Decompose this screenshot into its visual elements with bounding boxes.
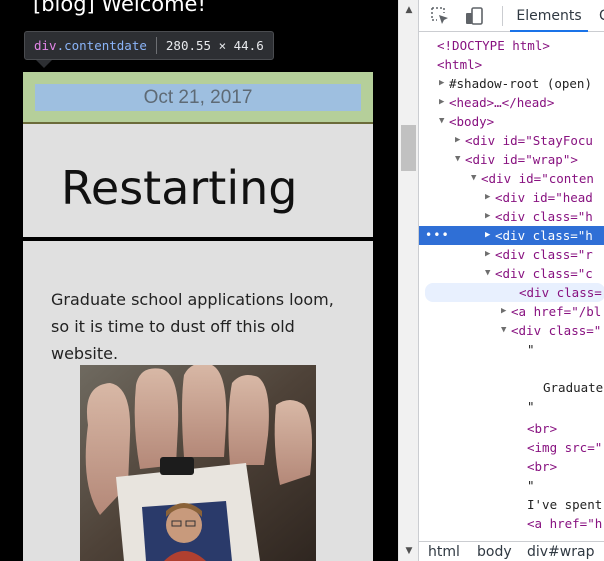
tooltip-class: .contentdate [56, 38, 147, 53]
dom-text-node[interactable]: Graduate [419, 378, 604, 397]
dom-text-node[interactable]: I've spent [419, 495, 604, 514]
dom-text-node[interactable]: " [419, 340, 604, 359]
expand-triangle-icon[interactable]: ▶ [455, 131, 465, 150]
tooltip-separator [155, 37, 157, 54]
dom-node[interactable]: <img src=" [419, 438, 604, 457]
expand-triangle-icon[interactable]: ▶ [501, 302, 511, 321]
breadcrumb-body[interactable]: body [477, 542, 512, 561]
contentdate-highlight: Oct 21, 2017 [23, 72, 373, 124]
toolbar-divider [502, 6, 503, 26]
collapse-triangle-icon[interactable]: ▼ [485, 264, 495, 283]
dom-text-node[interactable]: " [419, 397, 604, 416]
post-body: Graduate school applications loom, so it… [51, 286, 351, 367]
expand-triangle-icon[interactable]: ▶ [485, 245, 495, 264]
collapse-triangle-icon[interactable]: ▼ [471, 169, 481, 188]
dom-node[interactable]: ▶ #shadow-root (open) [419, 74, 604, 93]
dom-node[interactable]: ▶ <div class="r [419, 245, 604, 264]
dom-node-selected[interactable]: ••• ▶ <div class="h [419, 226, 604, 245]
post-photo [80, 365, 316, 561]
scroll-up-arrow-icon[interactable]: ▲ [399, 0, 419, 20]
dom-node[interactable]: ▼ <body> [419, 112, 604, 131]
post-body-line: Graduate school applications loom, [51, 290, 334, 309]
scroll-down-arrow-icon[interactable]: ▼ [399, 541, 419, 561]
devtools-toolbar: Elements C [419, 0, 604, 32]
expand-triangle-icon[interactable]: ▶ [439, 74, 449, 93]
expand-triangle-icon[interactable]: ▶ [485, 188, 495, 207]
breadcrumb-div-wrap[interactable]: div#wrap [527, 542, 594, 561]
post-body-line: so it is time to dust off this old [51, 317, 295, 336]
device-toolbar-icon[interactable] [463, 5, 485, 27]
page-viewport: [blog] Welcome! Oct 21, 2017 Restarting … [0, 0, 398, 561]
page-scrollbar[interactable]: ▲ ▼ [398, 0, 418, 561]
dom-node[interactable]: <!DOCTYPE html> [419, 36, 604, 55]
more-options-icon[interactable]: ••• [425, 226, 450, 245]
post-title-area: Restarting [23, 126, 373, 241]
dom-node[interactable]: ▼ <div class=" [419, 321, 604, 340]
dom-node[interactable]: ▼ <div id="conten [419, 169, 604, 188]
dom-node[interactable]: <br> [419, 457, 604, 476]
id-badge-photo-image [80, 365, 316, 561]
collapse-triangle-icon[interactable]: ▼ [439, 112, 449, 131]
tooltip-size: 280.55 × 44.6 [165, 38, 264, 53]
dom-node[interactable]: <html> [419, 55, 604, 74]
dom-node[interactable]: <br> [419, 419, 604, 438]
tab-console[interactable]: C [599, 0, 604, 32]
expand-triangle-icon[interactable]: ▶ [485, 207, 495, 226]
dom-node[interactable]: ▼ <div id="wrap"> [419, 150, 604, 169]
tooltip-tag: div [34, 38, 57, 53]
breadcrumb-html[interactable]: html [428, 542, 460, 561]
post-body-line: website. [51, 344, 119, 363]
tooltip-arrow [36, 60, 52, 68]
scrollbar-thumb[interactable] [401, 125, 416, 171]
devtools-panel: Elements C <!DOCTYPE html> <html> ▶#shad… [418, 0, 604, 561]
dom-node[interactable]: ▶ <div id="head [419, 188, 604, 207]
inspect-element-icon[interactable] [429, 5, 451, 27]
inspect-tooltip: div .contentdate 280.55 × 44.6 [24, 31, 274, 60]
dom-breadcrumb: html body div#wrap [419, 541, 604, 561]
post-date: Oct 21, 2017 [35, 84, 361, 111]
expand-triangle-icon[interactable]: ▶ [439, 93, 449, 112]
dom-node[interactable]: ▶ <head>…</head> [419, 93, 604, 112]
dom-node[interactable]: ▶ <div id="StayFocu [419, 131, 604, 150]
post-title: Restarting [61, 161, 298, 215]
tab-elements[interactable]: Elements [510, 0, 588, 32]
expand-triangle-icon[interactable]: ▶ [485, 226, 495, 245]
dom-node[interactable]: ▶ <div class="h [419, 207, 604, 226]
blog-header[interactable]: [blog] Welcome! [33, 0, 206, 16]
collapse-triangle-icon[interactable]: ▼ [455, 150, 465, 169]
dom-node[interactable]: ▶ <a href="/bl [419, 302, 604, 321]
dom-node[interactable]: <a href="h [419, 514, 604, 533]
dom-node[interactable]: ▼ <div class="c [419, 264, 604, 283]
collapse-triangle-icon[interactable]: ▼ [501, 321, 511, 340]
dom-node-hovered[interactable]: <div class= [425, 283, 604, 302]
dom-text-node[interactable]: " [419, 476, 604, 495]
dom-tree: <!DOCTYPE html> <html> ▶ #shadow-root (op… [419, 36, 604, 536]
